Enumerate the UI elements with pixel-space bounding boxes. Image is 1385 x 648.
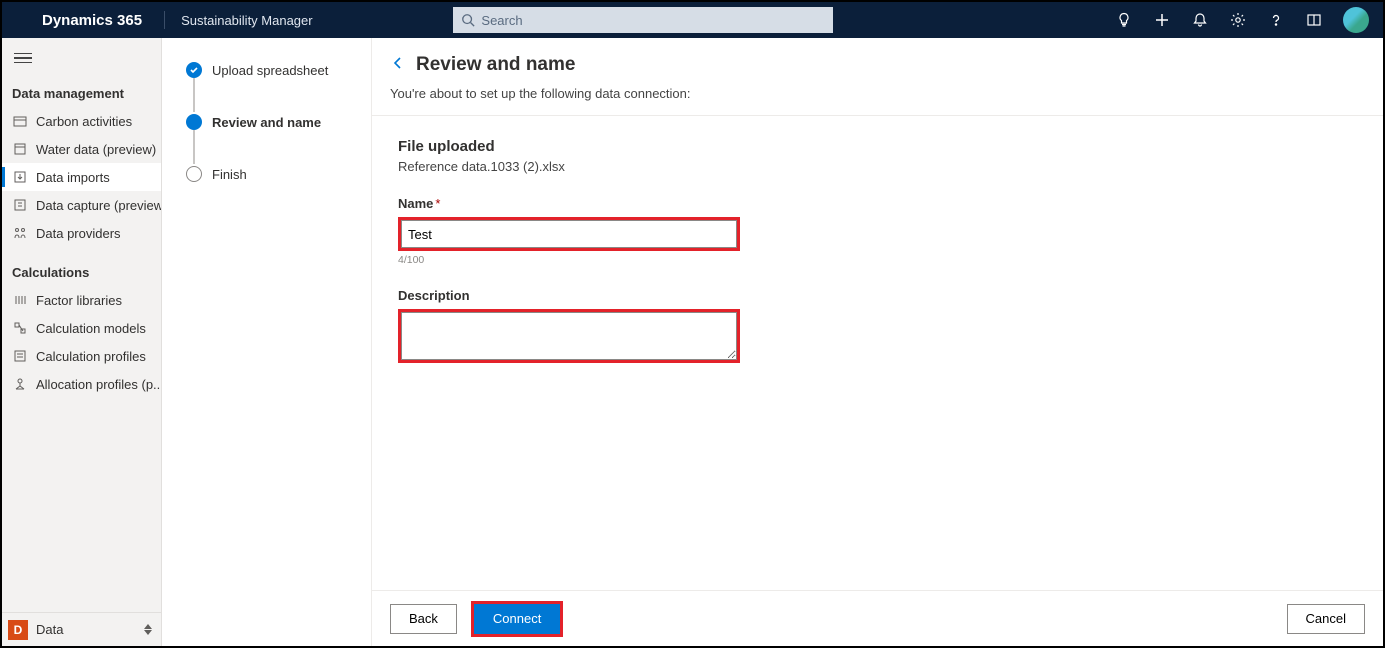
wizard-footer: Back Connect Cancel bbox=[372, 590, 1383, 646]
nav-label: Calculation models bbox=[36, 321, 146, 336]
updown-icon bbox=[141, 624, 155, 635]
step-upload-spreadsheet[interactable]: Upload spreadsheet bbox=[186, 60, 361, 80]
nav-label: Water data (preview) bbox=[36, 142, 156, 157]
global-search[interactable]: Search bbox=[453, 7, 833, 33]
check-icon bbox=[186, 62, 202, 78]
step-review-and-name[interactable]: Review and name bbox=[186, 112, 361, 132]
highlight-description-field bbox=[398, 309, 740, 363]
profiles-icon bbox=[12, 348, 28, 364]
brand-name[interactable]: Dynamics 365 bbox=[42, 12, 142, 29]
lightbulb-icon[interactable] bbox=[1115, 11, 1133, 29]
library-icon bbox=[12, 292, 28, 308]
nav-data-capture[interactable]: Data capture (preview) bbox=[2, 191, 161, 219]
step-finish[interactable]: Finish bbox=[186, 164, 361, 184]
uploaded-file-name: Reference data.1033 (2).xlsx bbox=[398, 159, 1383, 174]
allocation-icon bbox=[12, 376, 28, 392]
gear-icon[interactable] bbox=[1229, 11, 1247, 29]
nav-label: Calculation profiles bbox=[36, 349, 146, 364]
nav-section-data-management: Data management bbox=[2, 78, 161, 107]
main-panel: Review and name You're about to set up t… bbox=[372, 38, 1383, 646]
nav-calculation-profiles[interactable]: Calculation profiles bbox=[2, 342, 161, 370]
nav-allocation-profiles[interactable]: Allocation profiles (p... bbox=[2, 370, 161, 398]
left-nav: Data management Carbon activities Water … bbox=[2, 38, 162, 646]
connect-button[interactable]: Connect bbox=[474, 604, 560, 634]
nav-label: Allocation profiles (p... bbox=[36, 377, 161, 392]
nav-label: Data imports bbox=[36, 170, 110, 185]
nav-carbon-activities[interactable]: Carbon activities bbox=[2, 107, 161, 135]
description-label: Description bbox=[398, 288, 1383, 303]
search-placeholder: Search bbox=[481, 13, 522, 28]
plus-icon[interactable] bbox=[1153, 11, 1171, 29]
nav-water-data[interactable]: Water data (preview) bbox=[2, 135, 161, 163]
nav-label: Data capture (preview) bbox=[36, 198, 161, 213]
back-button[interactable]: Back bbox=[390, 604, 457, 634]
step-label: Review and name bbox=[212, 115, 321, 130]
carbon-icon bbox=[12, 113, 28, 129]
app-top-bar: Dynamics 365 Sustainability Manager Sear… bbox=[2, 2, 1383, 38]
page-subtitle: You're about to set up the following dat… bbox=[372, 76, 1383, 101]
highlight-name-field bbox=[398, 217, 740, 251]
area-badge: D bbox=[8, 620, 28, 640]
nav-factor-libraries[interactable]: Factor libraries bbox=[2, 286, 161, 314]
step-label: Upload spreadsheet bbox=[212, 63, 328, 78]
cancel-button[interactable]: Cancel bbox=[1287, 604, 1365, 634]
nav-calculation-models[interactable]: Calculation models bbox=[2, 314, 161, 342]
nav-data-imports[interactable]: Data imports bbox=[2, 163, 161, 191]
bell-icon[interactable] bbox=[1191, 11, 1209, 29]
nav-label: Factor libraries bbox=[36, 293, 122, 308]
name-label: Name* bbox=[398, 196, 1383, 211]
app-name: Sustainability Manager bbox=[181, 13, 313, 28]
area-switcher[interactable]: D Data bbox=[2, 612, 161, 646]
nav-data-providers[interactable]: Data providers bbox=[2, 219, 161, 247]
nav-label: Carbon activities bbox=[36, 114, 132, 129]
models-icon bbox=[12, 320, 28, 336]
nav-label: Data providers bbox=[36, 226, 121, 241]
page-title: Review and name bbox=[416, 54, 575, 76]
connection-name-input[interactable] bbox=[401, 220, 737, 248]
providers-icon bbox=[12, 225, 28, 241]
import-icon bbox=[12, 169, 28, 185]
current-step-dot bbox=[186, 114, 202, 130]
step-label: Finish bbox=[212, 167, 247, 182]
area-name: Data bbox=[36, 622, 133, 637]
wizard-stepper: Upload spreadsheet Review and name Finis… bbox=[162, 38, 372, 646]
hamburger-icon[interactable] bbox=[14, 53, 32, 64]
app-launcher-icon[interactable] bbox=[12, 11, 30, 29]
back-chevron-icon[interactable] bbox=[388, 56, 408, 75]
water-icon bbox=[12, 141, 28, 157]
brand-divider bbox=[164, 11, 165, 29]
user-avatar[interactable] bbox=[1343, 7, 1369, 33]
future-step-dot bbox=[186, 166, 202, 182]
nav-section-calculations: Calculations bbox=[2, 257, 161, 286]
help-icon[interactable] bbox=[1267, 11, 1285, 29]
name-char-count: 4/100 bbox=[398, 254, 1383, 266]
capture-icon bbox=[12, 197, 28, 213]
file-uploaded-heading: File uploaded bbox=[398, 138, 1383, 155]
description-input[interactable] bbox=[401, 312, 737, 360]
panel-icon[interactable] bbox=[1305, 11, 1323, 29]
search-icon bbox=[461, 13, 475, 27]
highlight-connect-button: Connect bbox=[471, 601, 563, 637]
